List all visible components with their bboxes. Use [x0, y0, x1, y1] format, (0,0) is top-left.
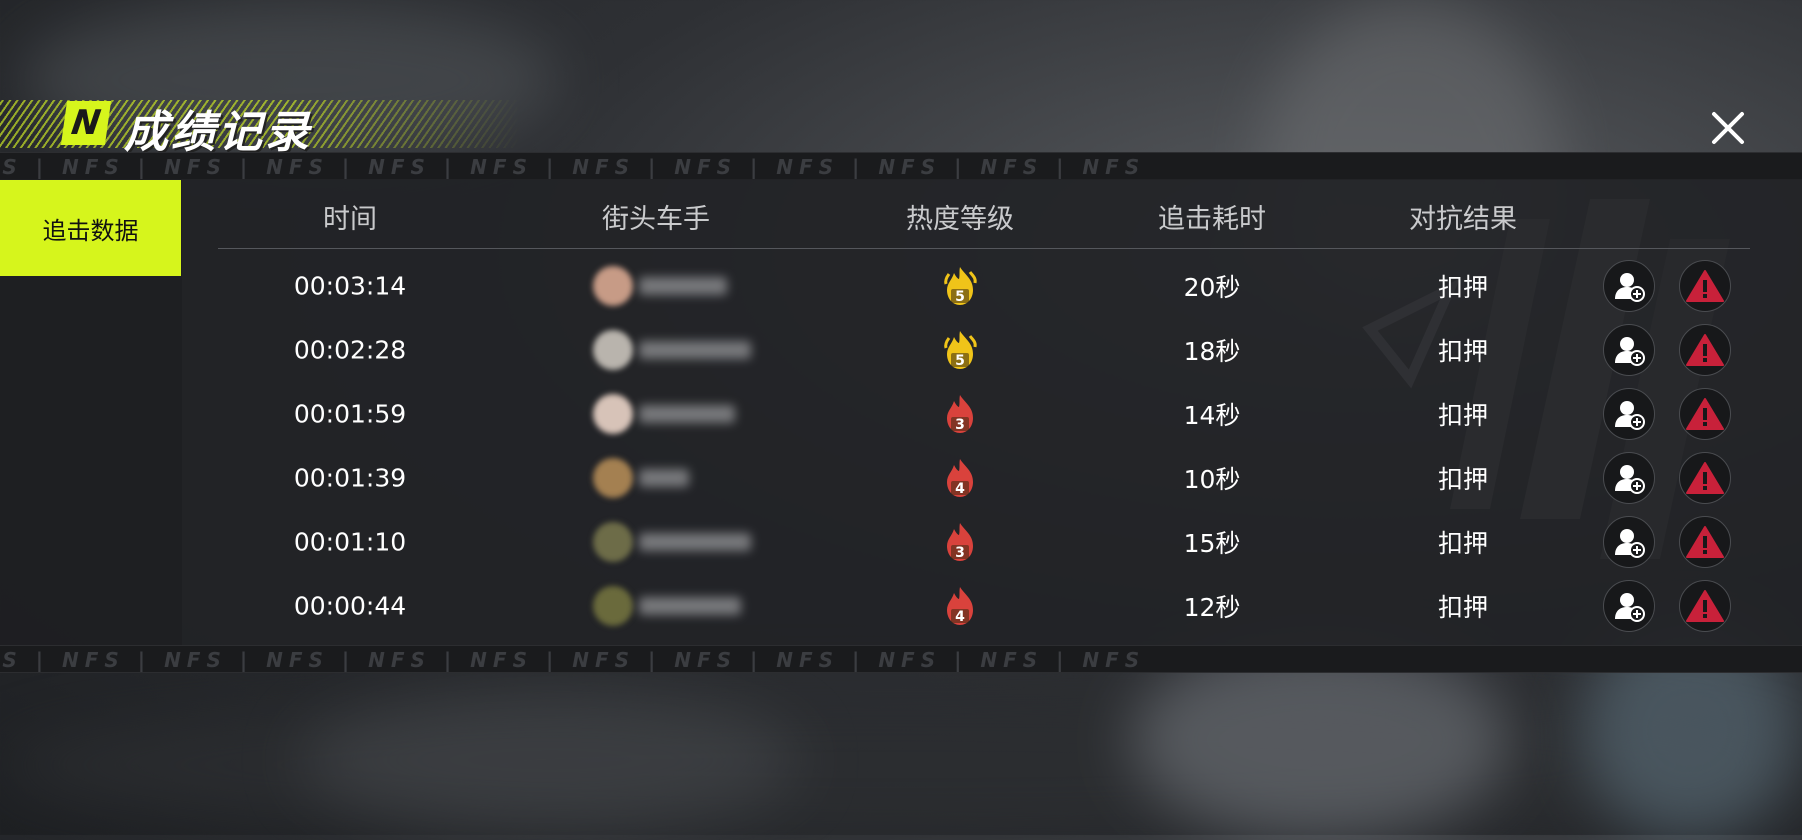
heat-level-flame-icon: 4 [947, 459, 973, 497]
add-friend-button[interactable] [1603, 388, 1655, 440]
row-result: 扣押 [1437, 465, 1489, 494]
row-time: 00:02:28 [293, 335, 407, 365]
add-friend-icon [1615, 529, 1645, 558]
table-row: 00:00:44 4 12秒 扣押 [218, 574, 1750, 638]
page-title: 成绩记录 [124, 107, 312, 158]
heat-level-flame-icon: 5 [944, 331, 977, 369]
heat-level-flame-icon: 4 [947, 587, 973, 625]
racer-name-blurred [639, 533, 751, 551]
warning-icon [1686, 398, 1724, 430]
table-header: 时间 街头车手 热度等级 追击耗时 对抗结果 [218, 179, 1750, 249]
warning-icon [1686, 462, 1724, 494]
add-friend-icon [1615, 337, 1645, 366]
heat-level-flame-icon: 3 [947, 395, 973, 433]
table-row: 00:02:28 5 18秒 扣押 [218, 318, 1750, 382]
heat-level-flame-icon: 5 [944, 267, 977, 305]
add-friend-button[interactable] [1603, 260, 1655, 312]
nfs-logo-icon: N [60, 101, 112, 145]
avatar [593, 330, 633, 370]
avatar [593, 458, 633, 498]
strip-text-bottom: NFS | NFS | NFS | NFS | NFS | NFS | NFS … [0, 648, 1146, 672]
warning-icon [1686, 526, 1724, 558]
row-time: 00:03:14 [293, 271, 407, 301]
add-friend-icon [1615, 593, 1645, 622]
report-button[interactable] [1679, 516, 1731, 568]
row-result: 扣押 [1437, 273, 1489, 302]
report-button[interactable] [1679, 388, 1731, 440]
column-header-result: 对抗结果 [1409, 204, 1517, 235]
row-duration: 18秒 [1183, 337, 1241, 366]
table-row: 00:01:59 3 14秒 扣押 [218, 382, 1750, 446]
heat-level-value: 4 [955, 609, 965, 625]
add-friend-button[interactable] [1603, 580, 1655, 632]
racer-name-blurred [639, 277, 727, 295]
column-header-time: 时间 [323, 204, 377, 235]
racer-cell[interactable] [593, 586, 741, 626]
table-row: 00:01:10 3 15秒 扣押 [218, 510, 1750, 574]
report-button[interactable] [1679, 260, 1731, 312]
records-table: 时间 街头车手 热度等级 追击耗时 对抗结果 00:03:14 5 20秒 扣押 [218, 179, 1750, 645]
row-duration: 20秒 [1183, 273, 1241, 302]
row-time: 00:01:10 [293, 527, 407, 557]
close-button[interactable] [1706, 106, 1750, 150]
strip-text: NFS | NFS | NFS | NFS | NFS | NFS | NFS … [0, 155, 1146, 179]
row-duration: 14秒 [1183, 401, 1241, 430]
top-brand-strip: NFS | NFS | NFS | NFS | NFS | NFS | NFS … [0, 152, 1802, 180]
racer-name-blurred [639, 341, 751, 359]
heat-level-value: 5 [955, 289, 965, 305]
racer-cell[interactable] [593, 394, 735, 434]
row-time: 00:00:44 [293, 591, 407, 621]
add-friend-button[interactable] [1603, 324, 1655, 376]
sidebar: 追击数据 [0, 179, 182, 645]
heat-level-value: 3 [955, 545, 965, 561]
row-result: 扣押 [1437, 401, 1489, 430]
report-button[interactable] [1679, 580, 1731, 632]
bottom-brand-strip: NFS | NFS | NFS | NFS | NFS | NFS | NFS … [0, 645, 1802, 673]
racer-cell[interactable] [593, 330, 751, 370]
row-duration: 10秒 [1183, 465, 1241, 494]
warning-icon [1686, 270, 1724, 302]
racer-cell[interactable] [593, 458, 689, 498]
heat-level-value: 4 [955, 481, 965, 497]
row-result: 扣押 [1437, 593, 1489, 622]
row-duration: 12秒 [1183, 593, 1241, 622]
row-result: 扣押 [1437, 337, 1489, 366]
report-button[interactable] [1679, 452, 1731, 504]
report-button[interactable] [1679, 324, 1731, 376]
add-friend-button[interactable] [1603, 516, 1655, 568]
avatar [593, 394, 633, 434]
racer-name-blurred [639, 597, 741, 615]
row-duration: 15秒 [1183, 529, 1241, 558]
column-header-racer: 街头车手 [602, 204, 710, 235]
warning-icon [1686, 334, 1724, 366]
column-header-heat-level: 热度等级 [906, 204, 1014, 235]
heat-level-value: 5 [955, 353, 965, 369]
avatar [593, 586, 633, 626]
racer-name-blurred [639, 405, 735, 423]
table-row: 00:03:14 5 20秒 扣押 [218, 254, 1750, 318]
close-icon [1712, 112, 1744, 144]
logo-letter: N [68, 103, 104, 143]
warning-icon [1686, 590, 1724, 622]
heat-level-flame-icon: 3 [947, 523, 973, 561]
add-friend-icon [1615, 273, 1645, 302]
row-time: 00:01:59 [293, 399, 407, 429]
row-time: 00:01:39 [293, 463, 407, 493]
racer-cell[interactable] [593, 266, 727, 306]
racer-name-blurred [639, 469, 689, 487]
add-friend-icon [1615, 401, 1645, 430]
add-friend-button[interactable] [1603, 452, 1655, 504]
avatar [593, 266, 633, 306]
column-header-chase-duration: 追击耗时 [1158, 204, 1266, 235]
tab-chase-data[interactable]: 追击数据 [0, 180, 181, 276]
tab-label: 追击数据 [42, 216, 139, 245]
records-panel: 追击数据 时间 街头车手 热度等级 追击耗时 对抗结果 00:03:14 5 2… [0, 179, 1802, 645]
racer-cell[interactable] [593, 522, 751, 562]
add-friend-icon [1615, 465, 1645, 494]
avatar [593, 522, 633, 562]
row-result: 扣押 [1437, 529, 1489, 558]
heat-level-value: 3 [955, 417, 965, 433]
table-row: 00:01:39 4 10秒 扣押 [218, 446, 1750, 510]
